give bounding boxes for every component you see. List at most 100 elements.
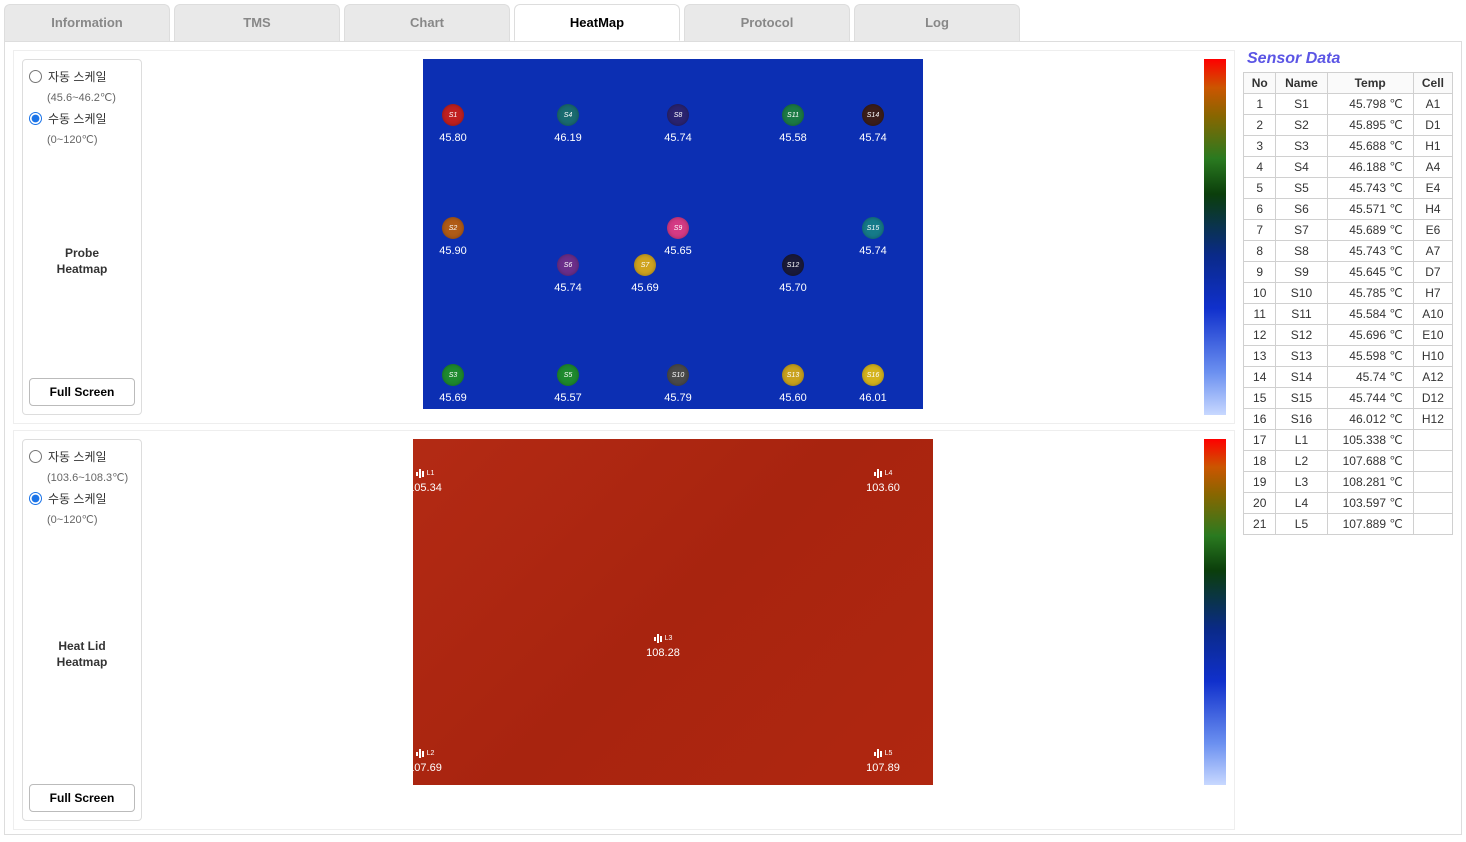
- lid-node-l1[interactable]: L1105.34: [390, 469, 460, 494]
- probe-node-s11[interactable]: S1145.58: [763, 104, 823, 144]
- table-row[interactable]: 1S145.798 ℃A1: [1244, 94, 1453, 115]
- cell-cell: A10: [1413, 304, 1452, 325]
- lid-auto-scale-radio[interactable]: 자동 스케일: [29, 448, 135, 465]
- table-row[interactable]: 21L5107.889 ℃: [1244, 514, 1453, 535]
- probe-fullscreen-button[interactable]: Full Screen: [29, 378, 135, 406]
- table-row[interactable]: 9S945.645 ℃D7: [1244, 262, 1453, 283]
- probe-node-s9[interactable]: S945.65: [648, 217, 708, 257]
- lid-fullscreen-button[interactable]: Full Screen: [29, 784, 135, 812]
- tab-tms[interactable]: TMS: [174, 4, 340, 41]
- cell-cell: E6: [1413, 220, 1452, 241]
- lid-manual-radio-input[interactable]: [29, 492, 42, 505]
- cell-temp: 103.597 ℃: [1327, 493, 1413, 514]
- cell-no: 16: [1244, 409, 1276, 430]
- table-row[interactable]: 17L1105.338 ℃: [1244, 430, 1453, 451]
- table-row[interactable]: 2S245.895 ℃D1: [1244, 115, 1453, 136]
- heatmaps-column: 자동 스케일 (45.6~46.2℃) 수동 스케일 (0~120℃) Prob…: [13, 50, 1235, 826]
- table-row[interactable]: 18L2107.688 ℃: [1244, 451, 1453, 472]
- table-row[interactable]: 19L3108.281 ℃: [1244, 472, 1453, 493]
- table-row[interactable]: 11S1145.584 ℃A10: [1244, 304, 1453, 325]
- sensor-col-no[interactable]: No: [1244, 73, 1276, 94]
- sensor-col-name[interactable]: Name: [1276, 73, 1327, 94]
- table-row[interactable]: 5S545.743 ℃E4: [1244, 178, 1453, 199]
- cell-no: 1: [1244, 94, 1276, 115]
- lid-heatmap-canvas[interactable]: L1105.34L4103.60L3108.28L2107.69L5107.89: [413, 439, 933, 785]
- lid-node-l3[interactable]: L3108.28: [628, 634, 698, 659]
- probe-heatmap-canvas[interactable]: S145.80S446.19S845.74S1145.58S1445.74S24…: [423, 59, 923, 409]
- probe-node-s8[interactable]: S845.74: [648, 104, 708, 144]
- table-row[interactable]: 7S745.689 ℃E6: [1244, 220, 1453, 241]
- table-row[interactable]: 4S446.188 ℃A4: [1244, 157, 1453, 178]
- probe-node-s12[interactable]: S1245.70: [763, 254, 823, 294]
- probe-node-s3[interactable]: S345.69: [423, 364, 483, 404]
- cell-no: 20: [1244, 493, 1276, 514]
- probe-node-s5[interactable]: S5 45.57: [538, 364, 598, 404]
- cell-temp: 46.188 ℃: [1327, 157, 1413, 178]
- probe-node-s2[interactable]: S245.90: [423, 217, 483, 257]
- sensor-col-temp[interactable]: Temp: [1327, 73, 1413, 94]
- table-row[interactable]: 16S1646.012 ℃H12: [1244, 409, 1453, 430]
- probe-node-s13[interactable]: S1345.60: [763, 364, 823, 404]
- cell-cell: A12: [1413, 367, 1452, 388]
- probe-manual-label: 수동 스케일: [48, 110, 107, 127]
- probe-node-value: 45.57: [554, 392, 582, 404]
- sensor-dot-icon: S16: [862, 364, 884, 386]
- table-row[interactable]: 3S345.688 ℃H1: [1244, 136, 1453, 157]
- cell-temp: 45.571 ℃: [1327, 199, 1413, 220]
- sensor-dot-icon: S12: [782, 254, 804, 276]
- cell-name: S5: [1276, 178, 1327, 199]
- cell-name: S6: [1276, 199, 1327, 220]
- cell-name: L4: [1276, 493, 1327, 514]
- table-row[interactable]: 13S1345.598 ℃H10: [1244, 346, 1453, 367]
- sensor-table-header-row: NoNameTempCell: [1244, 73, 1453, 94]
- cell-cell: [1413, 451, 1452, 472]
- tab-information[interactable]: Information: [4, 4, 170, 41]
- probe-node-value: 45.74: [554, 282, 582, 294]
- lid-node-l4[interactable]: L4103.60: [848, 469, 918, 494]
- cell-name: S14: [1276, 367, 1327, 388]
- cell-name: S12: [1276, 325, 1327, 346]
- probe-auto-radio-input[interactable]: [29, 70, 42, 83]
- sensor-dot-icon: S8: [667, 104, 689, 126]
- probe-manual-scale-radio[interactable]: 수동 스케일: [29, 110, 135, 127]
- lid-marker-icon: L5: [874, 749, 893, 758]
- table-row[interactable]: 8S845.743 ℃A7: [1244, 241, 1453, 262]
- probe-node-s16[interactable]: S1646.01: [843, 364, 903, 404]
- table-row[interactable]: 20L4103.597 ℃: [1244, 493, 1453, 514]
- tab-chart[interactable]: Chart: [344, 4, 510, 41]
- probe-node-s14[interactable]: S1445.74: [843, 104, 903, 144]
- tab-log[interactable]: Log: [854, 4, 1020, 41]
- probe-manual-range: (0~120℃): [47, 133, 135, 146]
- lid-map-wrap: L1105.34 L4103.60 L3108.28 L2107.69 L5 107.89: [152, 439, 1194, 821]
- sensor-dot-icon: S5: [557, 364, 579, 386]
- probe-node-s4[interactable]: S446.19: [538, 104, 598, 144]
- lid-node-l2[interactable]: L2107.69: [390, 749, 460, 774]
- probe-manual-radio-input[interactable]: [29, 112, 42, 125]
- table-row[interactable]: 6S645.571 ℃H4: [1244, 199, 1453, 220]
- table-row[interactable]: 15S1545.744 ℃D12: [1244, 388, 1453, 409]
- cell-no: 21: [1244, 514, 1276, 535]
- probe-node-value: 45.90: [439, 245, 467, 257]
- cell-no: 2: [1244, 115, 1276, 136]
- lid-node-value: 103.60: [866, 482, 900, 494]
- lid-node-value: 108.28: [646, 647, 680, 659]
- cell-name: S4: [1276, 157, 1327, 178]
- probe-node-s6[interactable]: S645.74: [538, 254, 598, 294]
- table-row[interactable]: 14S1445.74 ℃A12: [1244, 367, 1453, 388]
- sensor-col-cell[interactable]: Cell: [1413, 73, 1452, 94]
- probe-node-s10[interactable]: S1045.79: [648, 364, 708, 404]
- probe-node-value: 45.79: [664, 392, 692, 404]
- table-row[interactable]: 12S1245.696 ℃E10: [1244, 325, 1453, 346]
- sensor-table-body: 1S145.798 ℃A12S245.895 ℃D13S345.688 ℃H14…: [1244, 94, 1453, 535]
- table-row[interactable]: 10S1045.785 ℃H7: [1244, 283, 1453, 304]
- lid-node-l5[interactable]: L5 107.89: [848, 749, 918, 774]
- lid-auto-radio-input[interactable]: [29, 450, 42, 463]
- probe-auto-scale-radio[interactable]: 자동 스케일: [29, 68, 135, 85]
- probe-node-s1[interactable]: S145.80: [423, 104, 483, 144]
- lid-node-value: 107.89: [866, 762, 900, 774]
- tab-protocol[interactable]: Protocol: [684, 4, 850, 41]
- tab-heatmap[interactable]: HeatMap: [514, 4, 680, 41]
- lid-manual-scale-radio[interactable]: 수동 스케일: [29, 490, 135, 507]
- probe-node-s7[interactable]: S745.69: [615, 254, 675, 294]
- probe-node-s15[interactable]: S1545.74: [843, 217, 903, 257]
